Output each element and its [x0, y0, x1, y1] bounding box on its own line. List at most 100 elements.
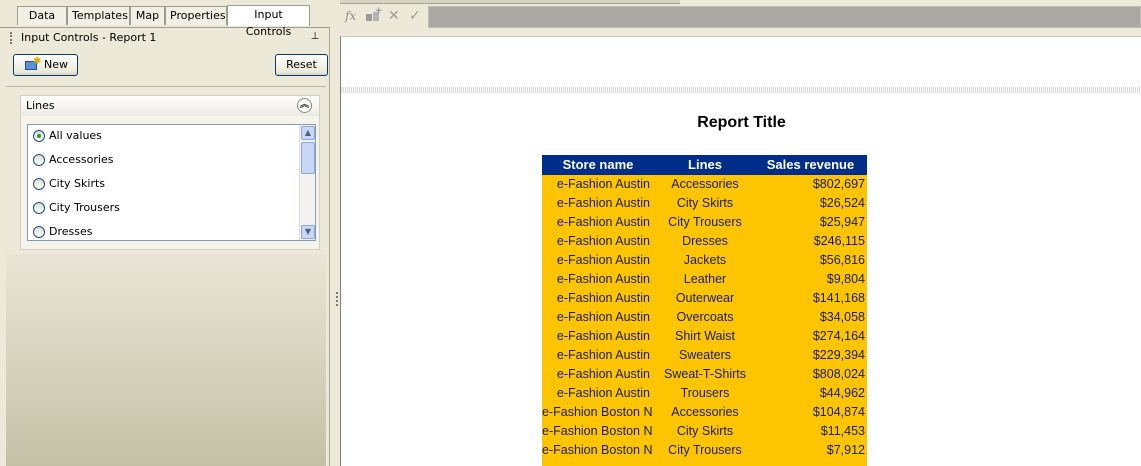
cell-store-name[interactable]: e-Fashion Austin [542, 384, 652, 403]
cell-lines[interactable]: City Trousers [654, 441, 756, 460]
reset-button[interactable]: Reset [275, 54, 328, 76]
table-row[interactable]: e-Fashion Boston Newbury City Skirts $11,4… [542, 422, 867, 441]
cell-sales-revenue-text: $104,874 [812, 405, 865, 419]
new-button[interactable]: ✱ New [13, 54, 78, 76]
cell-store-name[interactable]: e-Fashion Austin [542, 194, 652, 213]
cell-lines[interactable]: Accessories [654, 403, 756, 422]
cell-sales-revenue[interactable]: $246,115 [756, 232, 867, 251]
cancel-formula-icon[interactable]: ✕ [388, 8, 400, 24]
cell-store-name[interactable]: e-Fashion Austin [542, 213, 652, 232]
cell-store-name[interactable]: e-Fashion Austin [542, 365, 652, 384]
report-title[interactable]: Report Title [341, 114, 1141, 132]
table-row[interactable]: e-Fashion Austin Accessories $802,697 [542, 175, 867, 194]
cell-store-name[interactable]: e-Fashion Austin [542, 270, 652, 289]
cell-lines[interactable]: Shirt Waist [654, 327, 756, 346]
radio[interactable] [33, 226, 45, 238]
column-header-store-name[interactable]: Store name [542, 155, 654, 175]
cell-store-name[interactable]: e-Fashion Austin [542, 308, 652, 327]
tab-properties[interactable]: Properties [165, 6, 227, 25]
table-row[interactable]: e-Fashion Boston Newbury Accessories $104,… [542, 403, 867, 422]
lines-control-header[interactable]: Lines ︽ [21, 96, 319, 116]
cell-sales-revenue[interactable]: $229,394 [756, 346, 867, 365]
table-row[interactable]: e-Fashion Austin Sweat-T-Shirts $808,024 [542, 365, 867, 384]
cell-sales-revenue[interactable]: $56,816 [756, 251, 867, 270]
table-row[interactable]: e-Fashion Austin Shirt Waist $274,164 [542, 327, 867, 346]
cell-store-name[interactable]: e-Fashion Austin [542, 175, 652, 194]
column-header-sales-revenue[interactable]: Sales revenue [756, 155, 867, 175]
cell-sales-revenue[interactable]: $274,164 [756, 327, 867, 346]
variable-editor-icon[interactable]: + [366, 6, 383, 22]
cell-sales-revenue[interactable]: $26,524 [756, 194, 867, 213]
tab-input-controls[interactable]: Input Controls [227, 5, 310, 38]
cell-lines[interactable]: Leather [654, 270, 756, 289]
cell-lines[interactable]: City Trousers [654, 213, 756, 232]
table-row[interactable]: e-Fashion Austin Dresses $246,115 [542, 232, 867, 251]
formula-input[interactable] [428, 6, 1141, 28]
cell-lines[interactable]: Outerwear [654, 289, 756, 308]
tab-data[interactable]: Data [17, 6, 67, 25]
scroll-down-icon[interactable]: ▼ [301, 225, 315, 239]
list-scrollbar[interactable]: ▲ ▼ [299, 125, 315, 240]
cell-lines[interactable]: Accessories [654, 175, 756, 194]
cell-store-name[interactable]: e-Fashion Austin [542, 251, 652, 270]
option-dresses[interactable]: Dresses [28, 222, 300, 240]
radio[interactable] [33, 154, 45, 166]
validate-formula-icon[interactable]: ✓ [409, 8, 421, 24]
table-row[interactable]: e-Fashion Austin City Skirts $26,524 [542, 194, 867, 213]
cell-lines[interactable]: Sweaters [654, 346, 756, 365]
cell-sales-revenue[interactable]: $141,168 [756, 289, 867, 308]
fx-icon[interactable]: fx [345, 9, 356, 23]
cell-store-name[interactable]: e-Fashion Austin [542, 327, 652, 346]
cell-store-name[interactable]: e-Fashion Austin [542, 289, 652, 308]
scroll-thumb[interactable] [301, 142, 315, 174]
cell-sales-revenue[interactable]: $34,058 [756, 308, 867, 327]
column-header-lines[interactable]: Lines [654, 155, 756, 175]
table-row[interactable]: e-Fashion Austin Sweaters $229,394 [542, 346, 867, 365]
cell-sales-revenue-text: $56,816 [819, 253, 865, 267]
option-accessories[interactable]: Accessories [28, 150, 300, 170]
radio[interactable] [33, 202, 45, 214]
cell-sales-revenue[interactable]: $25,947 [756, 213, 867, 232]
cell-store-name[interactable]: e-Fashion Boston Newbury [542, 422, 652, 441]
scroll-up-icon[interactable]: ▲ [301, 126, 315, 140]
panel-splitter[interactable] [331, 0, 340, 466]
option-city-trousers[interactable]: City Trousers [28, 198, 300, 218]
grip-handle[interactable] [10, 32, 12, 44]
tab-map[interactable]: Map [130, 6, 165, 25]
collapse-icon[interactable]: ︽ [297, 98, 312, 113]
table-row[interactable]: e-Fashion Austin Jackets $56,816 [542, 251, 867, 270]
cell-lines[interactable]: City Skirts [654, 422, 756, 441]
tab-templates[interactable]: Templates [67, 6, 130, 25]
radio-selected[interactable] [33, 130, 45, 142]
table-header[interactable]: Store name Lines Sales revenue [542, 155, 867, 175]
cell-store-name[interactable]: e-Fashion Boston Newbury [542, 441, 652, 460]
cell-store-name[interactable]: e-Fashion Austin [542, 232, 652, 251]
cell-store-name[interactable]: e-Fashion Austin [542, 346, 652, 365]
cell-lines[interactable]: Trousers [654, 384, 756, 403]
cell-sales-revenue[interactable]: $9,804 [756, 270, 867, 289]
table-row[interactable]: e-Fashion Austin Leather $9,804 [542, 270, 867, 289]
option-city-skirts[interactable]: City Skirts [28, 174, 300, 194]
splitter-grip[interactable] [336, 292, 338, 306]
cell-sales-revenue[interactable]: $7,912 [756, 441, 867, 460]
cell-lines[interactable]: Dresses [654, 232, 756, 251]
cell-sales-revenue[interactable]: $44,962 [756, 384, 867, 403]
table-row[interactable]: e-Fashion Austin Overcoats $34,058 [542, 308, 867, 327]
table-row[interactable]: e-Fashion Austin Outerwear $141,168 [542, 289, 867, 308]
table-row[interactable]: e-Fashion Austin City Trousers $25,947 [542, 213, 867, 232]
cell-sales-revenue[interactable]: $11,453 [756, 422, 867, 441]
cell-sales-revenue[interactable]: $802,697 [756, 175, 867, 194]
table-row[interactable]: e-Fashion Austin Trousers $44,962 [542, 384, 867, 403]
cell-lines[interactable]: Sweat-T-Shirts [654, 365, 756, 384]
radio[interactable] [33, 178, 45, 190]
cell-sales-revenue[interactable]: $104,874 [756, 403, 867, 422]
cell-lines[interactable]: Jackets [654, 251, 756, 270]
cell-sales-revenue[interactable]: $808,024 [756, 365, 867, 384]
option-all-values[interactable]: All values [28, 126, 300, 146]
cell-lines[interactable]: City Skirts [654, 194, 756, 213]
table-row[interactable]: e-Fashion Boston Newbury City Trousers $7,… [542, 441, 867, 460]
cell-lines[interactable]: Overcoats [654, 308, 756, 327]
pin-icon[interactable]: ⊥ [310, 31, 320, 43]
cell-store-name[interactable]: e-Fashion Boston Newbury [542, 403, 652, 422]
table-row[interactable] [542, 460, 867, 466]
